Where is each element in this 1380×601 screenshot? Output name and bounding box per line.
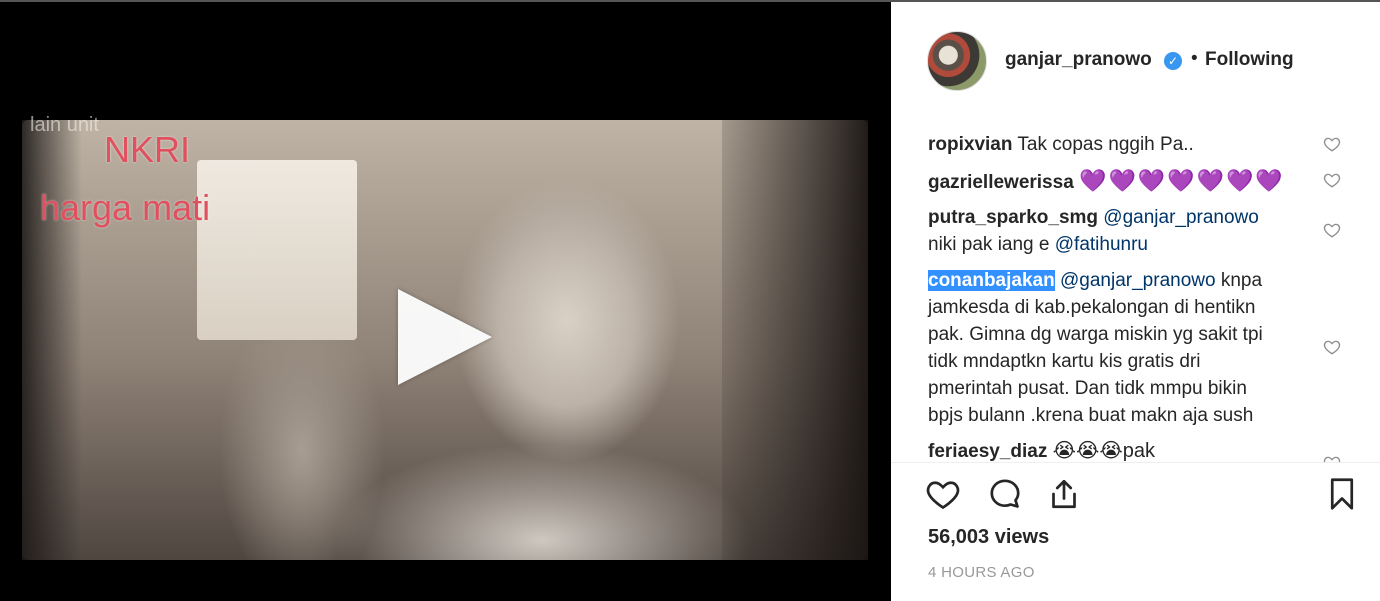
like-comment-heart-icon[interactable] [1323, 171, 1341, 189]
comment-item: conanbajakan @ganjar_pranowo knpa jamkes… [928, 267, 1313, 429]
like-comment-heart-icon[interactable] [1323, 454, 1341, 463]
comment-text: knpa [1220, 270, 1263, 291]
video-overlay-nkri: NKRI [104, 129, 191, 170]
video-window-bg [197, 160, 357, 340]
comment-item: gazriellewerissa 💜💜💜💜💜💜💜 [928, 167, 1313, 196]
avatar[interactable] [927, 31, 987, 91]
header-username[interactable]: ganjar_pranowo [1005, 49, 1152, 71]
post-timestamp[interactable]: 4 HOURS AGO [928, 564, 1035, 581]
comment-text: pmerintah pusat. Dan tidk mmpu bikin [928, 378, 1247, 399]
view-count[interactable]: 56,003 views [928, 526, 1049, 549]
comment-username[interactable]: ropixvian [928, 134, 1012, 155]
comment-mention[interactable]: @ganjar_pranowo [1103, 207, 1259, 228]
bookmark-icon[interactable] [1324, 476, 1360, 512]
play-icon[interactable] [398, 289, 492, 385]
post-side-panel: ganjar_pranowo ✓ • Following ‾ ‾‾ ‾ ‾‾‾‾… [891, 2, 1380, 601]
following-button[interactable]: Following [1205, 49, 1294, 71]
like-comment-heart-icon[interactable] [1323, 135, 1341, 153]
heart-icon[interactable] [925, 476, 961, 512]
video-player[interactable]: lain unit NKRI harga mati [0, 2, 891, 601]
header-separator: • [1191, 48, 1198, 69]
comment-mention[interactable]: @ganjar_pranowo [1060, 270, 1216, 291]
comment-mention[interactable]: @fatihunru [1055, 234, 1148, 255]
comment-text: Tak copas nggih Pa.. [1017, 134, 1194, 155]
like-comment-heart-icon[interactable] [1323, 221, 1341, 239]
comment-text: jamkesda di kab.pekalongan di hentikn [928, 297, 1256, 318]
comment-text: bpjs bulann .krena buat makn aja sush [928, 405, 1254, 426]
comment-item: feriaesy_diaz 😭😭😭pak [928, 438, 1313, 462]
comment-icon[interactable] [987, 476, 1023, 512]
comment-item: putra_sparko_smg @ganjar_pranowo niki pa… [928, 204, 1313, 258]
post-header: ganjar_pranowo ✓ • Following [891, 2, 1380, 102]
comment-text: niki pak iang e [928, 234, 1050, 255]
comment-text: pak. Gimna dg warga miskin yg sakit tpi [928, 324, 1263, 345]
comment-text: 😭😭😭pak [1052, 440, 1155, 462]
comment-item: ropixvian Tak copas nggih Pa.. [928, 131, 1313, 158]
post-actions-bar [891, 472, 1380, 522]
comment-text: 💜💜💜💜💜💜💜 [1079, 168, 1285, 193]
comment-username[interactable]: gazriellewerissa [928, 172, 1074, 193]
video-overlay-top-text: lain unit [30, 114, 99, 136]
comment-text: tidk mndaptkn kartu kis gratis dri [928, 351, 1201, 372]
partial-comment-cutoff: ‾ ‾‾ ‾ ‾‾‾‾‾ ‾‾‾‾‾ ‾‾ ‾ [928, 102, 1067, 110]
video-overlay-harga-mati: harga mati [40, 187, 211, 228]
verified-badge-icon: ✓ [1164, 52, 1182, 70]
comments-list[interactable]: ‾ ‾‾ ‾ ‾‾‾‾‾ ‾‾‾‾‾ ‾‾ ‾ ropixvian Tak co… [891, 102, 1380, 463]
comment-username[interactable]: putra_sparko_smg [928, 207, 1098, 228]
comment-username[interactable]: feriaesy_diaz [928, 441, 1047, 462]
share-icon[interactable] [1046, 476, 1082, 512]
like-comment-heart-icon[interactable] [1323, 338, 1341, 356]
comment-username[interactable]: conanbajakan [928, 270, 1055, 291]
